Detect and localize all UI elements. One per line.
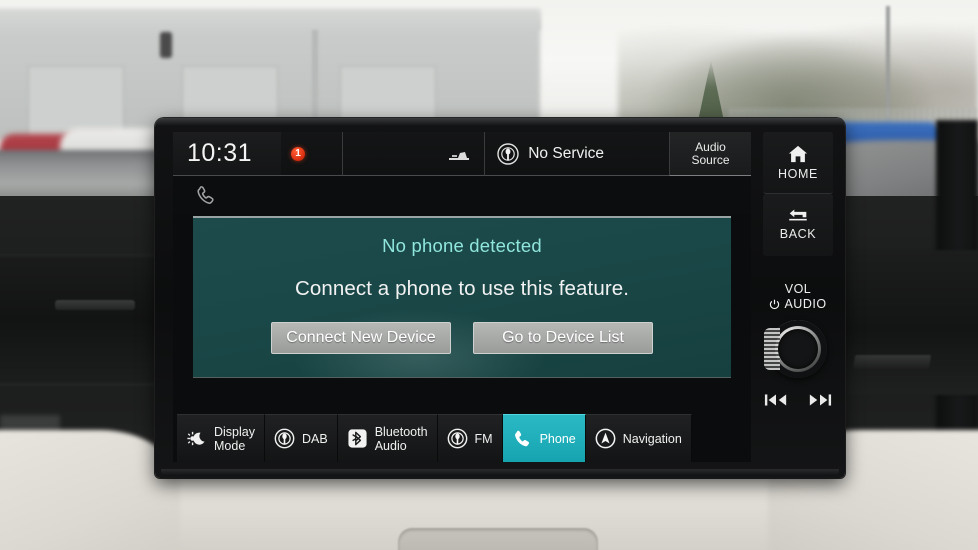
air-vent-left xyxy=(0,255,168,385)
clock-label: 10:31 xyxy=(187,139,253,167)
air-vent-left-blade xyxy=(55,300,135,310)
radio-source-cell: No Service xyxy=(485,132,669,176)
home-icon xyxy=(763,144,833,164)
clock-cell: 10:31 xyxy=(173,132,281,176)
no-phone-dialog: No phone detected Connect a phone to use… xyxy=(193,216,731,378)
antenna-icon xyxy=(447,428,468,449)
tab-navigation-label: Navigation xyxy=(622,431,682,446)
dab-antenna-icon xyxy=(497,142,519,165)
storage-tray-recess xyxy=(398,528,598,550)
tab-fm-label: FM xyxy=(474,431,493,446)
hard-key-panel: HOME BACK VOL AUDIO xyxy=(763,132,833,462)
power-icon xyxy=(769,299,780,310)
infotainment-head-unit: 10:31 1 No Service Audio Source No phone… xyxy=(155,118,845,478)
bezel-highlight xyxy=(155,118,845,126)
back-button-label: BACK xyxy=(779,227,817,241)
air-vent-right-blade xyxy=(852,355,932,369)
track-controls xyxy=(763,392,833,408)
tab-phone[interactable]: Phone xyxy=(502,414,586,462)
home-button-label: HOME xyxy=(778,167,818,181)
next-track-icon[interactable] xyxy=(808,392,832,408)
bluetooth-icon xyxy=(347,428,368,449)
tab-phone-label: Phone xyxy=(539,431,576,446)
tab-display-mode-label: Display Mode xyxy=(214,424,255,453)
phone-handset-icon xyxy=(195,184,217,206)
traffic-cell xyxy=(343,132,486,176)
traffic-icon xyxy=(446,147,470,161)
tab-fm[interactable]: FM xyxy=(437,414,503,462)
source-tab-bar: Display Mode DAB Bluetooth Audio FM Phon… xyxy=(173,414,751,462)
tab-bluetooth-audio[interactable]: Bluetooth Audio xyxy=(337,414,438,462)
home-button[interactable]: HOME xyxy=(763,132,833,194)
dialog-title: No phone detected xyxy=(382,235,542,256)
tab-navigation[interactable]: Navigation xyxy=(585,414,692,462)
navigation-arrow-icon xyxy=(595,428,616,449)
status-bar: 10:31 1 No Service Audio Source xyxy=(173,132,751,176)
volume-knob-label: VOL AUDIO xyxy=(763,282,833,312)
previous-track-icon[interactable] xyxy=(764,392,788,408)
audio-source-line1: Audio xyxy=(695,139,726,154)
connect-new-device-button[interactable]: Connect New Device xyxy=(271,322,451,354)
back-arrow-icon xyxy=(763,206,833,224)
air-vent-right xyxy=(838,250,978,395)
touchscreen-display[interactable]: 10:31 1 No Service Audio Source No phone… xyxy=(173,132,751,462)
alert-cell[interactable]: 1 xyxy=(281,132,343,176)
back-button[interactable]: BACK xyxy=(763,194,833,256)
tab-display-mode[interactable]: Display Mode xyxy=(177,414,265,462)
tab-bluetooth-audio-label: Bluetooth Audio xyxy=(374,424,428,453)
antenna-icon xyxy=(274,428,295,449)
phone-context-row xyxy=(173,176,751,214)
volume-label-line2: AUDIO xyxy=(784,297,827,311)
volume-knob-ridges xyxy=(764,328,780,370)
audio-source-line2: Source xyxy=(691,152,730,167)
wall-lamp xyxy=(160,32,172,58)
volume-knob[interactable] xyxy=(763,320,833,378)
tab-dab[interactable]: DAB xyxy=(265,414,338,462)
volume-label-line1: VOL xyxy=(784,282,812,296)
lower-dashboard-trim-left xyxy=(0,430,180,550)
display-mode-icon xyxy=(186,428,207,449)
audio-source-button[interactable]: Audio Source xyxy=(669,132,751,176)
service-status-label: No Service xyxy=(528,144,605,162)
dialog-message: Connect a phone to use this feature. xyxy=(294,277,630,300)
bezel-bottom-edge xyxy=(161,469,839,476)
dialog-actions: Connect New Device Go to Device List xyxy=(193,322,731,354)
phone-handset-icon xyxy=(512,428,533,449)
alert-badge: 1 xyxy=(291,146,305,161)
go-to-device-list-button[interactable]: Go to Device List xyxy=(473,322,653,354)
tab-dab-label: DAB xyxy=(302,431,328,446)
